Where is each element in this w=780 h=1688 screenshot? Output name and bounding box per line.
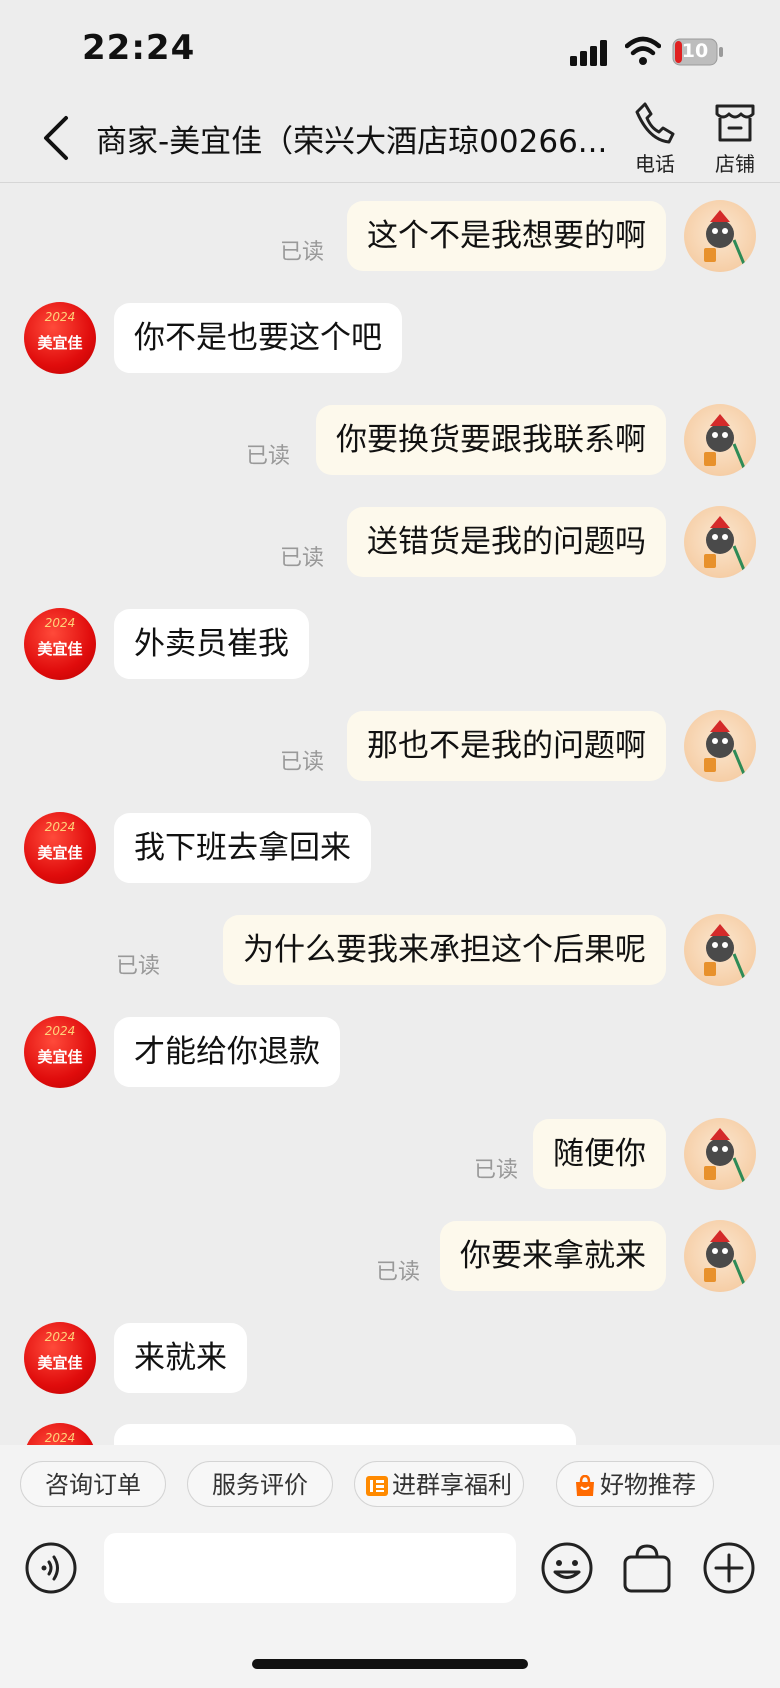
read-receipt: 已读 [473, 1158, 518, 1183]
shop-icon [715, 104, 755, 142]
user-avatar[interactable] [684, 404, 756, 476]
avatar-brand: 美宜佳 [37, 1048, 83, 1066]
message-row: 2024 美宜佳 我下班去拿回来 [0, 812, 780, 886]
chat-title: 商家-美宜佳（荣兴大酒店琼00266... [96, 124, 608, 160]
phone-icon [635, 102, 675, 144]
recommend-label: 好物推荐 [600, 1471, 696, 1499]
shop-button[interactable]: 店铺 [700, 100, 770, 177]
message-row: 已读 那也不是我的问题啊 [0, 710, 780, 784]
avatar-year: 2024 [44, 1330, 76, 1344]
message-row: 已读 随便你 [0, 1118, 780, 1192]
avatar-year: 2024 [44, 1431, 76, 1445]
read-receipt: 已读 [245, 444, 290, 469]
recommend-chip[interactable]: 好物推荐 [556, 1461, 714, 1507]
read-receipt: 已读 [279, 750, 324, 775]
user-avatar[interactable] [684, 710, 756, 782]
shopping-bag-icon[interactable] [620, 1541, 674, 1595]
read-receipt: 已读 [279, 240, 324, 265]
home-indicator [252, 1659, 528, 1669]
quick-actions-bar: 咨询订单 服务评价 进群享福利 好物推荐 [0, 1445, 780, 1525]
avatar-year: 2024 [44, 310, 76, 324]
battery-icon: 10 [672, 38, 724, 66]
avatar-year: 2024 [44, 616, 76, 630]
message-row: 已读 这个不是我想要的啊 [0, 200, 780, 274]
plus-icon[interactable] [702, 1541, 756, 1595]
message-row: 2024 美宜佳 外卖员崔我 [0, 608, 780, 682]
shopping-bag-icon [576, 1475, 594, 1496]
merchant-avatar[interactable]: 2024 美宜佳 [24, 812, 96, 884]
message-row: 2024 美宜佳 你不是也要这个吧 [0, 302, 780, 376]
message-row-partial: 2024 [0, 1423, 780, 1445]
status-time: 22:24 [82, 28, 196, 68]
user-avatar[interactable] [684, 1220, 756, 1292]
service-review-label: 服务评价 [212, 1471, 308, 1499]
avatar-brand: 美宜佳 [37, 1354, 83, 1372]
message-bubble-self[interactable]: 这个不是我想要的啊 [347, 201, 666, 271]
chat-header: 商家-美宜佳（荣兴大酒店琼00266... 电话 店铺 [0, 92, 780, 183]
user-avatar[interactable] [684, 506, 756, 578]
message-row: 2024 美宜佳 才能给你退款 [0, 1016, 780, 1090]
message-row: 已读 你要来拿就来 [0, 1220, 780, 1294]
message-bubble-self[interactable]: 你要来拿就来 [440, 1221, 666, 1291]
message-input[interactable] [104, 1533, 516, 1603]
avatar-brand: 美宜佳 [37, 844, 83, 862]
group-benefit-icon [366, 1476, 388, 1496]
message-bubble-merchant[interactable] [114, 1424, 576, 1445]
user-avatar[interactable] [684, 200, 756, 272]
message-row: 已读 送错货是我的问题吗 [0, 506, 780, 580]
message-bubble-self[interactable]: 你要换货要跟我联系啊 [316, 405, 666, 475]
message-row: 2024 美宜佳 来就来 [0, 1322, 780, 1396]
read-receipt: 已读 [115, 954, 160, 979]
avatar-brand: 美宜佳 [37, 334, 83, 352]
shop-label: 店铺 [715, 152, 755, 176]
consult-order-label: 咨询订单 [45, 1471, 141, 1499]
message-bubble-merchant[interactable]: 才能给你退款 [114, 1017, 340, 1087]
status-bar: 22:24 10 [0, 0, 780, 92]
message-bubble-merchant[interactable]: 来就来 [114, 1323, 247, 1393]
message-list[interactable]: 已读 这个不是我想要的啊 2024 美宜佳 你不是也要这个吧 已读 你要换货要跟… [0, 183, 780, 1445]
join-group-label: 进群享福利 [392, 1471, 512, 1499]
service-review-chip[interactable]: 服务评价 [187, 1461, 333, 1507]
user-avatar[interactable] [684, 1118, 756, 1190]
input-bar [0, 1525, 780, 1688]
read-receipt: 已读 [279, 546, 324, 571]
emoji-icon[interactable] [540, 1541, 594, 1595]
back-icon[interactable] [38, 114, 72, 162]
avatar-brand: 美宜佳 [37, 640, 83, 658]
merchant-avatar[interactable]: 2024 美宜佳 [24, 1016, 96, 1088]
phone-button[interactable]: 电话 [620, 100, 690, 177]
voice-input-icon[interactable] [24, 1541, 78, 1595]
merchant-avatar[interactable]: 2024 美宜佳 [24, 1322, 96, 1394]
merchant-avatar[interactable]: 2024 美宜佳 [24, 302, 96, 374]
message-bubble-self[interactable]: 送错货是我的问题吗 [347, 507, 666, 577]
cellular-signal-icon [570, 40, 607, 66]
avatar-year: 2024 [44, 820, 76, 834]
merchant-avatar[interactable]: 2024 美宜佳 [24, 608, 96, 680]
message-row: 已读 为什么要我来承担这个后果呢 [0, 914, 780, 988]
phone-label: 电话 [635, 152, 675, 176]
wifi-icon [625, 36, 661, 65]
message-bubble-self[interactable]: 为什么要我来承担这个后果呢 [223, 915, 666, 985]
message-row: 已读 你要换货要跟我联系啊 [0, 404, 780, 478]
message-bubble-self[interactable]: 那也不是我的问题啊 [347, 711, 666, 781]
message-bubble-self[interactable]: 随便你 [533, 1119, 666, 1189]
consult-order-chip[interactable]: 咨询订单 [20, 1461, 166, 1507]
user-avatar[interactable] [684, 914, 756, 986]
battery-level: 10 [681, 40, 709, 62]
avatar-year: 2024 [44, 1024, 76, 1038]
message-bubble-merchant[interactable]: 你不是也要这个吧 [114, 303, 402, 373]
read-receipt: 已读 [375, 1260, 420, 1285]
message-bubble-merchant[interactable]: 外卖员崔我 [114, 609, 309, 679]
join-group-chip[interactable]: 进群享福利 [354, 1461, 524, 1507]
merchant-avatar[interactable]: 2024 [24, 1423, 96, 1445]
message-bubble-merchant[interactable]: 我下班去拿回来 [114, 813, 371, 883]
